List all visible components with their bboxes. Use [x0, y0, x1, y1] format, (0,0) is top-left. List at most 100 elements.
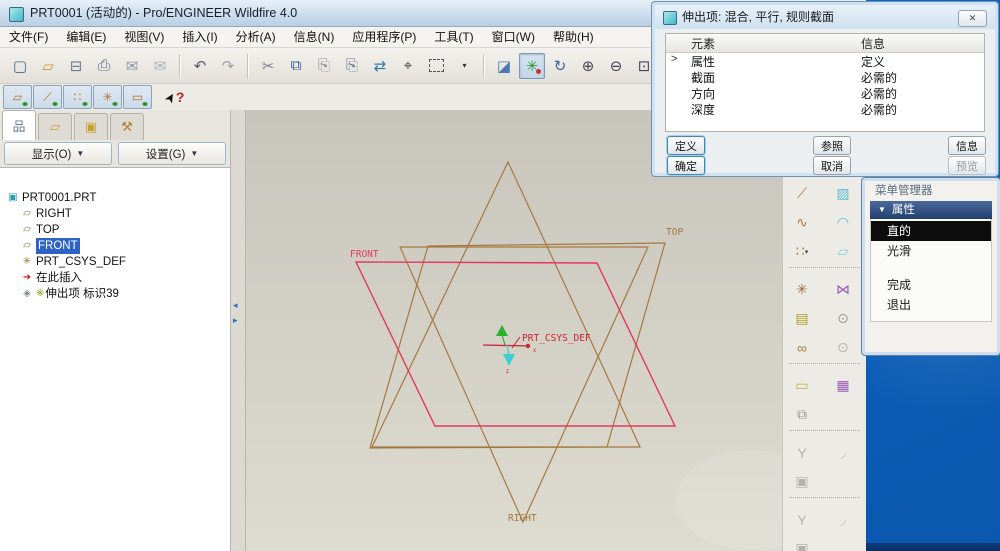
tab-favorites[interactable]: ▣ — [74, 113, 108, 140]
wrap-curve-icon[interactable]: ⊙ — [829, 335, 857, 361]
datum-csys-tool-icon[interactable]: ✳ — [788, 277, 816, 303]
point-display-toggle[interactable]: ∷ — [63, 85, 92, 109]
element-row-方向[interactable]: 方向 必需的 — [666, 85, 984, 101]
menu-section-attributes[interactable]: ▼ 属性 — [870, 201, 992, 219]
merge-quilts-icon[interactable]: ⋈ — [829, 277, 857, 303]
collapse-left-icon[interactable]: ◂ — [233, 300, 238, 311]
datum-plane-display-toggle[interactable]: ▱ — [3, 85, 32, 109]
shaded-view-icon[interactable]: ◪ — [491, 53, 517, 79]
model-view[interactable]: x z FRONT TOP RIGHT PRT_CSYS_DEF — [246, 110, 782, 551]
front-plane-label[interactable]: FRONT — [350, 249, 379, 260]
note-tool-icon[interactable]: ▭ — [788, 373, 816, 399]
tree-item-PRT0001.PRT[interactable]: ▣ PRT0001.PRT — [0, 190, 230, 206]
menu-编辑(E)[interactable]: 编辑(E) — [57, 27, 115, 47]
regenerate-icon[interactable]: ⇄ — [367, 53, 393, 79]
surface-boundary-icon[interactable]: ◠ — [829, 210, 857, 236]
draft-tool-2-icon[interactable]: Y — [788, 507, 816, 533]
expand-right-icon[interactable]: ▸ — [233, 315, 238, 326]
surface-blend-icon[interactable]: ▨ — [829, 181, 857, 207]
mail-icon[interactable]: ✉ — [119, 53, 145, 79]
copy-geometry-icon[interactable]: ⧉ — [788, 402, 816, 428]
selection-filter-icon[interactable] — [423, 53, 449, 79]
taskbar-edge[interactable] — [862, 543, 1000, 551]
new-file-icon[interactable]: ▢ — [7, 53, 33, 79]
copy-icon[interactable]: ⧉ — [283, 53, 309, 79]
element-row-深度[interactable]: 深度 必需的 — [666, 101, 984, 117]
undo-icon[interactable]: ↶ — [187, 53, 213, 79]
tab-folder-browser[interactable]: ▱ — [38, 113, 72, 140]
element-row-属性[interactable]: > 属性 定义 — [666, 53, 984, 69]
fill-pattern-icon[interactable]: ▦ — [829, 373, 857, 399]
close-icon[interactable]: ✕ — [958, 10, 987, 27]
cut-icon[interactable]: ✂ — [255, 53, 281, 79]
draft-tool-icon[interactable]: Y — [788, 440, 816, 466]
tree-item-RIGHT[interactable]: ▱ RIGHT — [0, 206, 230, 222]
menu-item-退出[interactable]: 退出 — [871, 295, 991, 315]
datum-plane-icon: ▱ — [23, 208, 31, 219]
save-icon[interactable]: ⊟ — [63, 53, 89, 79]
menu-分析(A)[interactable]: 分析(A) — [227, 27, 285, 47]
menu-item-完成[interactable]: 完成 — [871, 275, 991, 295]
info-button[interactable]: 信息 — [948, 136, 986, 155]
tab-model-tree[interactable]: 品 — [2, 110, 36, 140]
element-row-截面[interactable]: 截面 必需的 — [666, 69, 984, 85]
redo-icon[interactable]: ↷ — [215, 53, 241, 79]
tree-item-伸出项 标识39[interactable]: ◈ ※ 伸出项 标识39 — [0, 286, 230, 302]
graphics-area[interactable]: x z FRONT TOP RIGHT PRT_CSYS_DEF — [246, 110, 782, 551]
refs-button[interactable]: 参照 — [813, 136, 851, 155]
zoom-out-icon[interactable]: ⊖ — [603, 53, 629, 79]
tree-item-在此插入[interactable]: ➜ 在此插入 — [0, 270, 230, 286]
reorient-view-icon[interactable]: ↻ — [547, 53, 573, 79]
rib-tool-icon[interactable]: ◞ — [829, 440, 857, 466]
tree-item-TOP[interactable]: ▱ TOP — [0, 222, 230, 238]
line-tool-icon[interactable]: ⟋ — [788, 181, 816, 207]
annotation-display-toggle[interactable]: ▭ — [123, 85, 152, 109]
datum-point-tool-icon[interactable]: ∷ ▾ — [788, 239, 816, 265]
csys-label[interactable]: PRT_CSYS_DEF — [522, 333, 591, 344]
paste-icon[interactable]: ⎘ — [311, 53, 337, 79]
menu-文件(F)[interactable]: 文件(F) — [0, 27, 57, 47]
show-button[interactable]: 显示(O) ▼ — [4, 142, 112, 165]
panel-splitter[interactable]: ◂ ▸ — [230, 110, 246, 551]
mail-attach-icon[interactable]: ✉ — [147, 53, 173, 79]
round-tool-icon[interactable]: ◞ — [829, 507, 857, 533]
shell-tool-icon[interactable]: ▣ — [788, 469, 816, 495]
spin-center-icon[interactable]: ✳ — [519, 52, 545, 79]
print-icon[interactable]: ⎙ — [91, 53, 117, 79]
menu-item-光滑[interactable]: 光滑 — [871, 241, 991, 261]
project-curve-icon[interactable]: ⊙ — [829, 306, 857, 332]
tree-item-PRT_CSYS_DEF[interactable]: ✳ PRT_CSYS_DEF — [0, 254, 230, 270]
menu-应用程序(P)[interactable]: 应用程序(P) — [343, 27, 425, 47]
menu-工具(T)[interactable]: 工具(T) — [425, 27, 482, 47]
right-plane-label[interactable]: RIGHT — [508, 513, 537, 524]
menu-信息(N)[interactable]: 信息(N) — [285, 27, 344, 47]
feature-toolbar-row: Y ◞ — [783, 505, 866, 534]
preview-button[interactable]: 预览 — [948, 156, 986, 175]
navigator-panel: 品 ▱ ▣ ⚒ 显示(O) ▼ 设置(G) ▼ ▣ PRT0001.PRT ▱ RIGHT ▱… — [0, 110, 230, 551]
selection-dropdown-icon[interactable]: ▾ — [451, 53, 477, 79]
spline-tool-icon[interactable]: ∿ — [788, 210, 816, 236]
ok-button[interactable]: 确定 — [667, 156, 705, 175]
menu-帮助(H)[interactable]: 帮助(H) — [544, 27, 603, 47]
cancel-button[interactable]: 取消 — [813, 156, 851, 175]
menu-窗口(W)[interactable]: 窗口(W) — [483, 27, 544, 47]
open-file-icon[interactable]: ▱ — [35, 53, 61, 79]
shell-tool-2-icon[interactable]: ▣ — [788, 536, 816, 551]
menu-视图(V)[interactable]: 视图(V) — [115, 27, 173, 47]
top-plane-label[interactable]: TOP — [666, 227, 683, 238]
datum-axis-display-toggle[interactable]: ⟋ — [33, 85, 62, 109]
define-button[interactable]: 定义 — [667, 136, 705, 155]
dimension-tool-icon[interactable]: ▤ — [788, 306, 816, 332]
dialog-title-bar[interactable]: 伸出项: 混合, 平行, 规则截面 ✕ — [655, 5, 995, 29]
tab-connections[interactable]: ⚒ — [110, 113, 144, 140]
chain-tool-icon[interactable]: ∞ — [788, 335, 816, 361]
surface-quilt-icon[interactable]: ▱ — [829, 239, 857, 265]
tree-item-FRONT[interactable]: ▱ FRONT — [0, 238, 230, 254]
settings-button[interactable]: 设置(G) ▼ — [118, 142, 226, 165]
csys-display-toggle[interactable]: ✳ — [93, 85, 122, 109]
paste-special-icon[interactable]: ⎘ — [339, 53, 365, 79]
menu-插入(I)[interactable]: 插入(I) — [173, 27, 226, 47]
zoom-in-icon[interactable]: ⊕ — [575, 53, 601, 79]
menu-item-直的[interactable]: 直的 — [871, 221, 991, 241]
find-icon[interactable]: ⌖ — [395, 53, 421, 79]
